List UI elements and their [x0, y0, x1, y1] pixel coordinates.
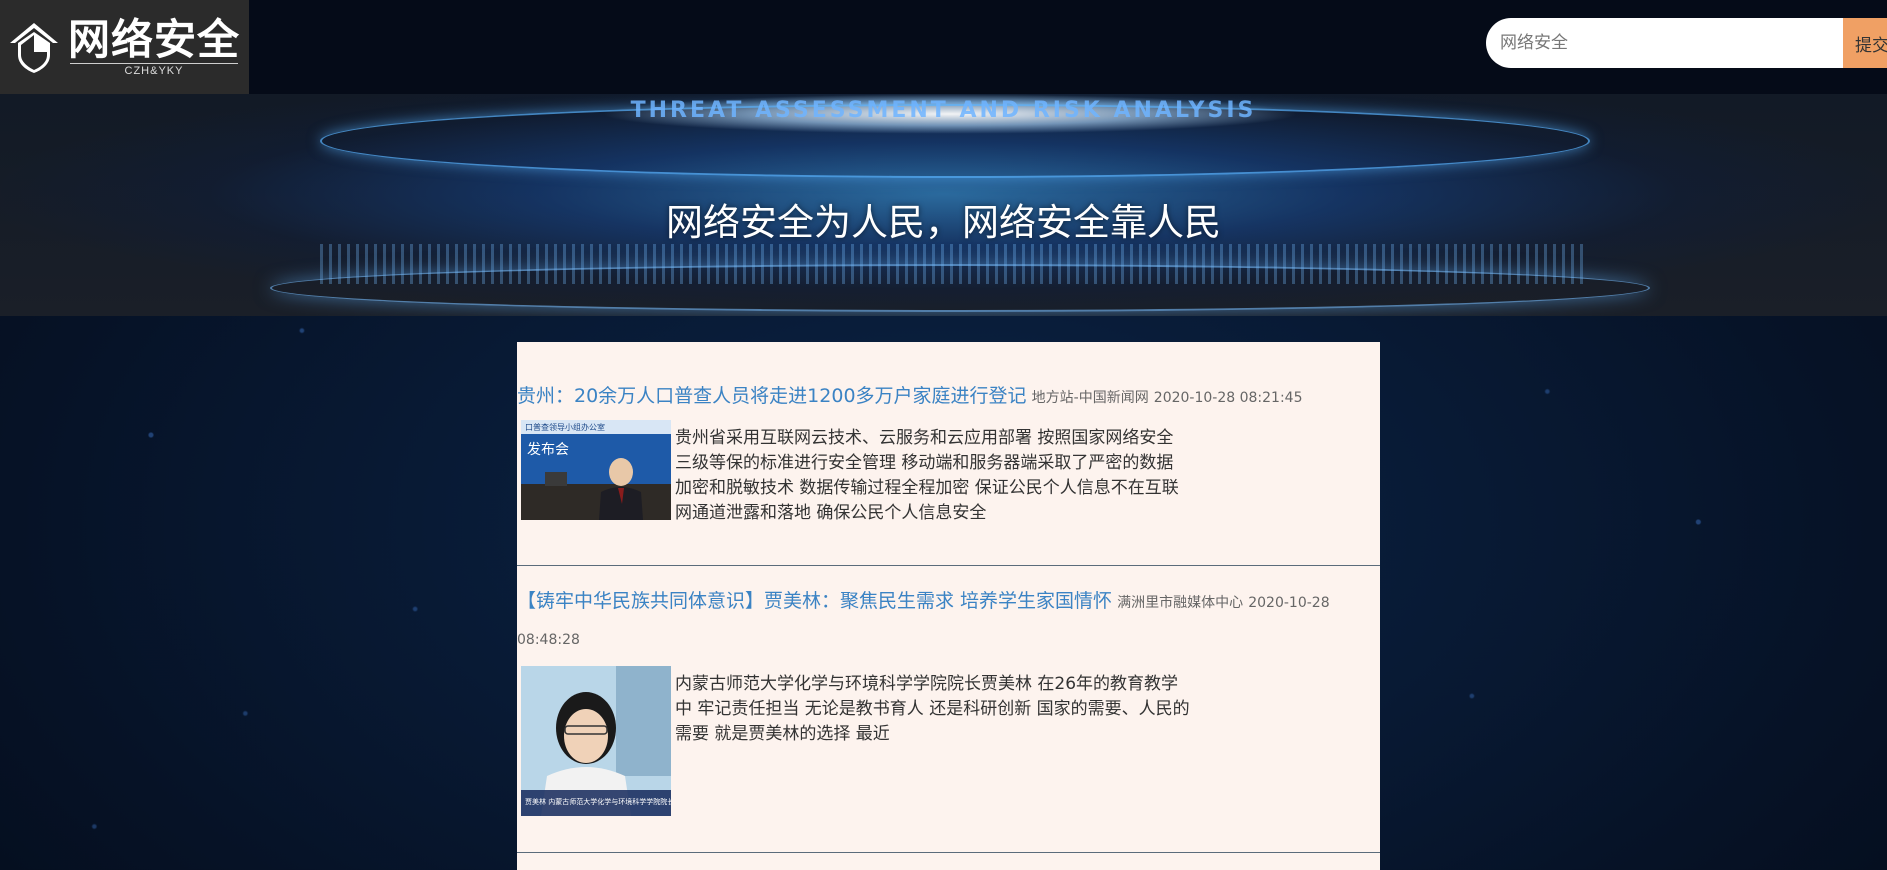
- news-header: 贵州：20余万人口普查人员将走进1200多万户家庭进行登记 地方站-中国新闻网 …: [517, 342, 1380, 416]
- hero-banner: THREAT ASSESSMENT AND RISK ANALYSIS 网络安全…: [0, 94, 1887, 316]
- logo-title: 网络安全: [68, 15, 241, 64]
- news-summary: 内蒙古师范大学化学与环境科学学院院长贾美林 在26年的教育教学中 牢记责任担当 …: [675, 674, 1190, 744]
- site-logo[interactable]: 网络安全 CZH&YKY: [0, 0, 249, 94]
- banner-slogan: 网络安全为人民，网络安全靠人民: [666, 201, 1221, 244]
- news-item: 贵州：20余万人口普查人员将走进1200多万户家庭进行登记 地方站-中国新闻网 …: [517, 342, 1380, 566]
- news-title-link[interactable]: 贵州：20余万人口普查人员将走进1200多万户家庭进行登记: [517, 385, 1027, 407]
- news-source: 地方站-中国新闻网: [1031, 390, 1149, 406]
- banner-caption: THREAT ASSESSMENT AND RISK ANALYSIS: [630, 98, 1257, 123]
- search-form: 提交: [1486, 18, 1887, 68]
- banner-base-ring: [270, 264, 1650, 312]
- news-item: 【铸牢中华民族共同体意识】贾美林：聚焦民生需求 培养学生家国情怀 满洲里市融媒体…: [517, 566, 1380, 853]
- news-source: 满洲里市融媒体中心: [1117, 595, 1244, 611]
- logo-subtitle: CZH&YKY: [70, 63, 238, 77]
- news-title-link[interactable]: 【铸牢中华民族共同体意识】贾美林：聚焦民生需求 培养学生家国情怀: [517, 590, 1112, 612]
- news-time: 2020-10-28 08:21:45: [1153, 390, 1303, 406]
- top-bar: 网络安全 CZH&YKY 提交: [0, 0, 1887, 94]
- news-body: 贾美林 内蒙古师范大学化学与环境科学学院院长 内蒙古师范大学化学与环境科学学院院…: [517, 666, 1380, 816]
- news-thumbnail[interactable]: 贾美林 内蒙古师范大学化学与环境科学学院院长: [521, 666, 671, 816]
- news-list: 贵州：20余万人口普查人员将走进1200多万户家庭进行登记 地方站-中国新闻网 …: [517, 342, 1380, 870]
- news-body: 口普查领导小组办公室 发布会 贵州省采用互联网云技术、云服务和云应用部署 按照国…: [517, 420, 1380, 526]
- thumb-caption-2: 发布会: [527, 442, 569, 458]
- news-summary: 贵州省采用互联网云技术、云服务和云应用部署 按照国家网络安全三级等保的标准进行安…: [675, 428, 1179, 523]
- thumb-caption: 贾美林 内蒙古师范大学化学与环境科学学院院长: [525, 797, 671, 806]
- news-header: 【铸牢中华民族共同体意识】贾美林：聚焦民生需求 培养学生家国情怀 满洲里市融媒体…: [517, 566, 1380, 658]
- submit-button[interactable]: 提交: [1843, 18, 1887, 68]
- news-thumbnail[interactable]: 口普查领导小组办公室 发布会: [521, 420, 671, 520]
- thumb-caption-1: 口普查领导小组办公室: [525, 422, 605, 432]
- search-input[interactable]: [1486, 18, 1843, 68]
- shield-house-icon: [10, 23, 58, 73]
